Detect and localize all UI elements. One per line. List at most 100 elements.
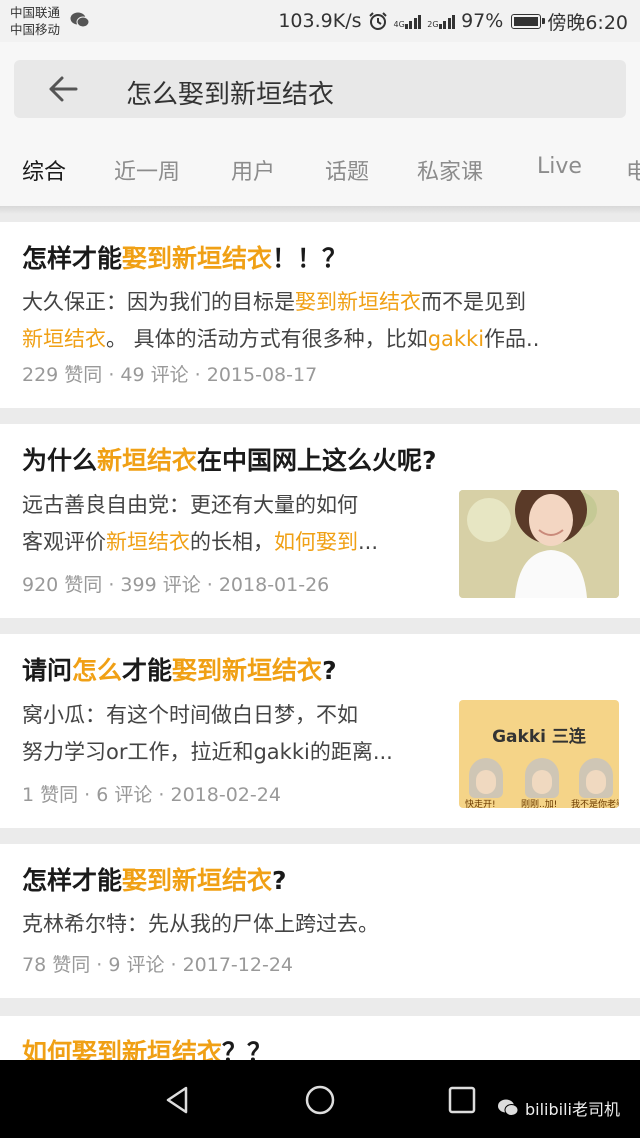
highlight-text: 娶到新垣结衣 (172, 656, 323, 685)
carrier-2: 中国移动 (10, 22, 61, 37)
highlight-text: 新垣结衣 (106, 530, 190, 554)
result-card[interactable]: 怎样才能娶到新垣结衣！！？ 大久保正：因为我们的目标是娶到新垣结衣而不是见到 新垣… (0, 222, 640, 408)
text-segment: 在中国网上这么火呢? (197, 446, 437, 475)
header-shadow (0, 206, 640, 214)
result-excerpt: 窝小瓜：有这个时间做白日梦，不如努力学习or工作，拉近和gakki的距离... (22, 697, 447, 771)
text-segment: 怎样才能 (22, 866, 123, 895)
carrier-info: 中国联通 中国移动 (10, 4, 60, 38)
tab-private-class[interactable]: 私家课 (417, 154, 483, 186)
back-arrow-icon[interactable] (48, 75, 78, 103)
text-segment: 作品.. (484, 327, 540, 351)
text-segment: 才能 (122, 656, 173, 685)
tab-ebook[interactable]: 电 (626, 154, 640, 186)
text-segment: 为什么 (22, 446, 98, 475)
result-card[interactable]: 为什么新垣结衣在中国网上这么火呢? 远古善良自由党：更还有大量的如何 客观评价新垣… (0, 424, 640, 618)
portrait-image (459, 490, 619, 598)
excerpt-line: 远古善良自由党：更还有大量的如何 (22, 487, 442, 524)
signal-2: 2G (427, 13, 456, 29)
excerpt-line: 窝小瓜：有这个时间做白日梦，不如 (22, 697, 447, 734)
meme-face (525, 758, 559, 798)
result-title[interactable]: 怎样才能娶到新垣结衣！！？ (22, 242, 347, 276)
result-tabs: 综合 近一周 用户 话题 私家课 Live 电 (0, 154, 640, 196)
text-segment: 窝小瓜：有这个时间做白日梦，不如 (22, 703, 358, 727)
text-segment: 的长相， (190, 530, 274, 554)
meme-face (579, 758, 613, 798)
highlight-text: 怎么 (72, 656, 123, 685)
highlight-text: 娶到新垣结衣 (122, 866, 273, 895)
signal-bars-icon (404, 13, 422, 29)
text-segment: 而不是见到 (421, 290, 526, 314)
result-title[interactable]: 为什么新垣结衣在中国网上这么火呢? (22, 444, 437, 478)
highlight-text: 新垣结衣 (97, 446, 198, 475)
text-segment: ... (358, 530, 379, 554)
network-type-2: 2G (427, 20, 439, 29)
text-segment: 远古善良自由党：更还有大量的如何 (22, 493, 358, 517)
result-meta: 78 赞同 · 9 评论 · 2017-12-24 (22, 954, 294, 976)
network-type-1: 4G (393, 20, 405, 29)
tab-recent-week[interactable]: 近一周 (114, 154, 180, 186)
wechat-icon (70, 12, 90, 28)
text-segment: 。 具体的活动方式有很多种，比如 (106, 327, 428, 351)
result-card[interactable]: 怎样才能娶到新垣结衣? 克林希尔特：先从我的尸体上跨过去。 78 赞同 · 9 … (0, 844, 640, 998)
highlight-text: 娶到新垣结衣 (295, 290, 421, 314)
meme-face (469, 758, 503, 798)
excerpt-line: 克林希尔特：先从我的尸体上跨过去。 (22, 906, 622, 943)
system-nav-bar: bilibili老司机 (0, 1060, 640, 1138)
text-segment: 客观评价 (22, 530, 106, 554)
search-header: 怎么娶到新垣结衣 综合 近一周 用户 话题 私家课 Live 电 (0, 42, 640, 206)
status-bar: 中国联通 中国移动 103.9K/s 4G 2G 97% 傍晚6:20 (0, 0, 640, 42)
watermark: bilibili老司机 (497, 1096, 620, 1120)
clock: 傍晚6:20 (547, 11, 628, 34)
result-title[interactable]: 怎样才能娶到新垣结衣? (22, 864, 287, 898)
alarm-icon (368, 12, 387, 30)
result-meta: 229 赞同 · 49 评论 · 2015-08-17 (22, 364, 318, 386)
search-query-text[interactable]: 怎么娶到新垣结衣 (126, 74, 334, 111)
result-meta: 920 赞同 · 399 评论 · 2018-01-26 (22, 574, 330, 596)
watermark-text: bilibili老司机 (525, 1100, 620, 1119)
tab-comprehensive[interactable]: 综合 (22, 154, 66, 186)
result-thumbnail-meme[interactable]: Gakki 三连 快走开! 刚刚..加! 我不是你老婆 (459, 700, 619, 808)
tab-topics[interactable]: 话题 (325, 154, 369, 186)
text-segment: 请问 (22, 656, 73, 685)
excerpt-line: 努力学习or工作，拉近和gakki的距离... (22, 734, 447, 771)
home-circle-icon[interactable] (304, 1084, 336, 1116)
result-title[interactable]: 请问怎么才能娶到新垣结衣? (22, 654, 337, 688)
meme-caption: 刚刚..加! (521, 800, 558, 808)
excerpt-line: 客观评价新垣结衣的长相，如何娶到... (22, 524, 442, 561)
network-speed: 103.9K/s (278, 10, 362, 32)
signal-bars-icon (438, 13, 456, 29)
highlight-text: 如何娶到 (274, 530, 358, 554)
signal-1: 4G (394, 13, 422, 29)
status-right: 103.9K/s 4G 2G 97% 傍晚6:20 (278, 8, 628, 34)
highlight-text: gakki (427, 327, 485, 351)
carrier-1: 中国联通 (10, 5, 61, 20)
battery-icon (511, 13, 546, 29)
meme-caption: 快走开! (465, 800, 496, 808)
back-triangle-icon[interactable] (162, 1084, 194, 1116)
excerpt-line: 大久保正：因为我们的目标是娶到新垣结衣而不是见到 (22, 284, 622, 321)
text-segment: ? (272, 866, 287, 895)
text-segment: ? (322, 656, 337, 685)
meme-title: Gakki 三连 (492, 727, 586, 747)
tab-users[interactable]: 用户 (231, 154, 275, 186)
result-card[interactable]: 请问怎么才能娶到新垣结衣? 窝小瓜：有这个时间做白日梦，不如努力学习or工作，拉… (0, 634, 640, 828)
highlight-text: 娶到新垣结衣 (122, 244, 273, 273)
text-segment: 怎样才能 (22, 244, 123, 273)
wechat-logo-icon (498, 1099, 519, 1116)
result-excerpt: 克林希尔特：先从我的尸体上跨过去。 (22, 906, 622, 943)
text-segment: ！！？ (272, 244, 348, 273)
result-thumbnail-photo[interactable] (459, 490, 619, 598)
result-excerpt: 远古善良自由党：更还有大量的如何 客观评价新垣结衣的长相，如何娶到... (22, 487, 442, 561)
battery-percent: 97% (461, 10, 504, 32)
text-segment: 大久保正：因为我们的目标是 (22, 290, 295, 314)
text-segment: 努力学习or工作，拉近和gakki的距离... (22, 740, 393, 764)
meme-caption: 我不是你老婆 (571, 800, 619, 808)
excerpt-line: 新垣结衣。 具体的活动方式有很多种，比如gakki作品.. (22, 321, 622, 358)
result-excerpt: 大久保正：因为我们的目标是娶到新垣结衣而不是见到 新垣结衣。 具体的活动方式有很多… (22, 284, 622, 358)
tab-live[interactable]: Live (537, 154, 582, 179)
recents-square-icon[interactable] (446, 1084, 478, 1116)
text-segment: 克林希尔特：先从我的尸体上跨过去。 (22, 912, 379, 936)
search-bar[interactable]: 怎么娶到新垣结衣 (14, 60, 626, 118)
highlight-text: 新垣结衣 (22, 327, 106, 351)
result-meta: 1 赞同 · 6 评论 · 2018-02-24 (22, 784, 281, 806)
